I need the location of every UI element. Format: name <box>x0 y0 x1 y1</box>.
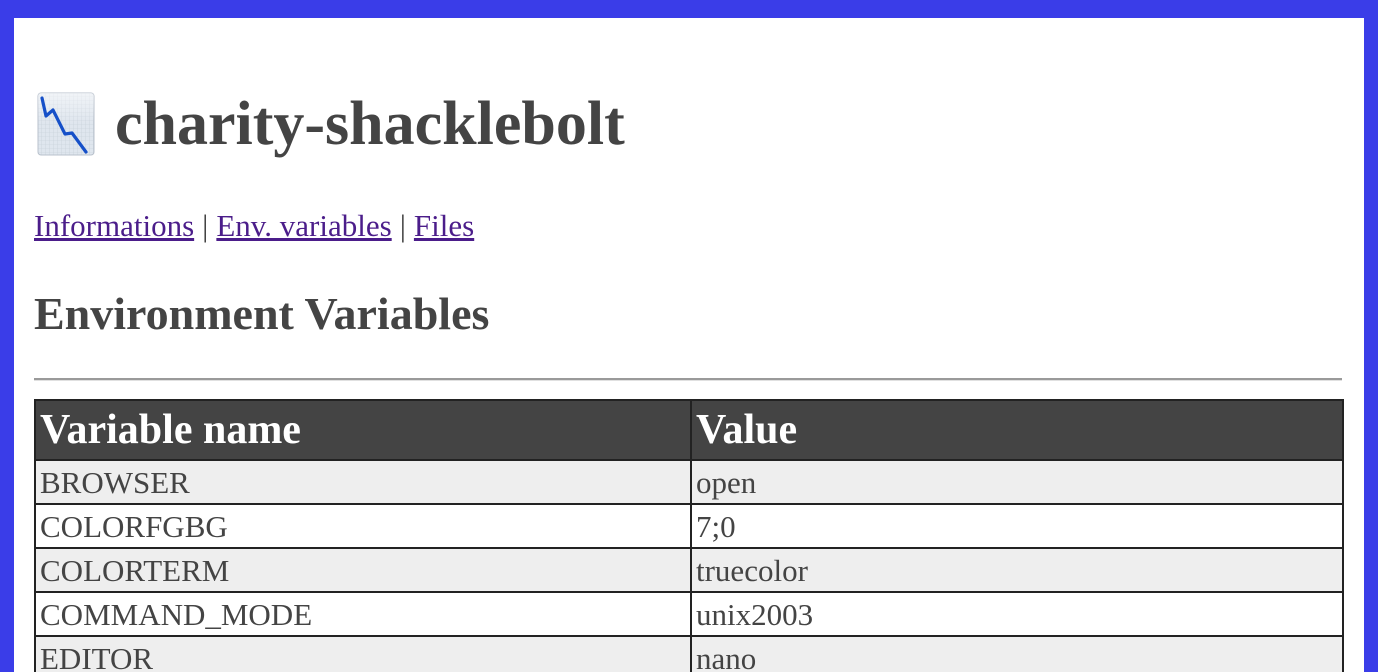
divider <box>34 378 1342 381</box>
page: charity-shacklebolt Informations | Env. va… <box>14 18 1364 672</box>
chart-down-icon <box>37 92 95 156</box>
nav-link-informations[interactable]: Informations <box>34 208 194 243</box>
variable-value-cell: truecolor <box>690 547 1344 593</box>
nav-link-files[interactable]: Files <box>414 208 474 243</box>
nav-separator: | <box>202 208 209 243</box>
variable-name-cell: COMMAND_MODE <box>34 591 692 637</box>
variable-name-cell: EDITOR <box>34 635 692 672</box>
variable-name-cell: COLORTERM <box>34 547 692 593</box>
table-row: COLORTERM truecolor <box>34 547 1344 593</box>
variable-value-cell: unix2003 <box>690 591 1344 637</box>
section-heading: Environment Variables <box>34 288 490 339</box>
nav-links: Informations | Env. variables | Files <box>34 208 474 244</box>
table-row: EDITOR nano <box>34 635 1344 672</box>
title-row: charity-shacklebolt <box>34 84 625 164</box>
variable-value-cell: nano <box>690 635 1344 672</box>
nav-separator: | <box>399 208 406 243</box>
column-header-value: Value <box>690 399 1344 461</box>
page-title: charity-shacklebolt <box>115 90 625 158</box>
table-row: COLORFGBG 7;0 <box>34 503 1344 549</box>
variable-value-cell: open <box>690 459 1344 505</box>
variable-value-cell: 7;0 <box>690 503 1344 549</box>
variable-name-cell: BROWSER <box>34 459 692 505</box>
variable-name-cell: COLORFGBG <box>34 503 692 549</box>
table-header-row: Variable name Value <box>34 399 1344 461</box>
column-header-variable-name: Variable name <box>34 399 692 461</box>
table-row: BROWSER open <box>34 459 1344 505</box>
nav-link-env-variables[interactable]: Env. variables <box>216 208 391 243</box>
env-variables-table: Variable name Value BROWSER open COLORFG… <box>34 399 1344 672</box>
table-row: COMMAND_MODE unix2003 <box>34 591 1344 637</box>
